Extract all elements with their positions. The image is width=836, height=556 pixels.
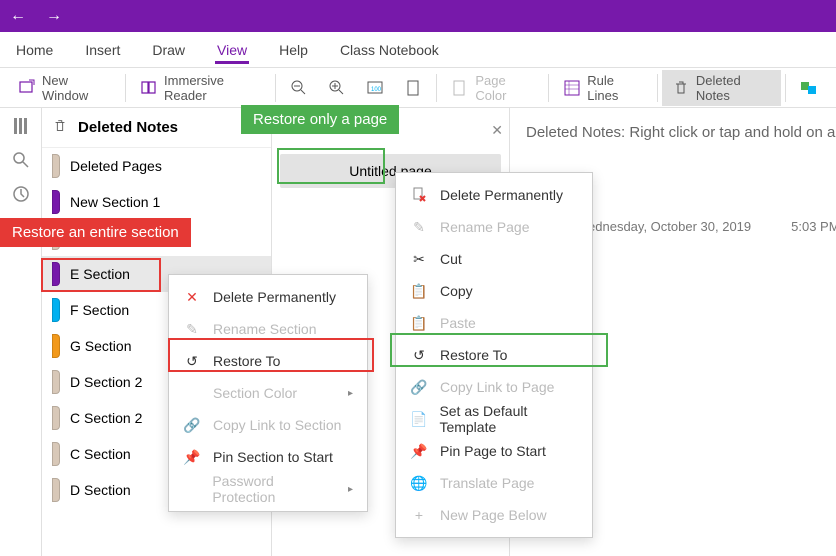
translate-icon: 🌐 — [410, 474, 428, 492]
tab-insert[interactable]: Insert — [83, 36, 122, 64]
page-color-icon — [451, 79, 469, 97]
delete-icon: ✕ — [183, 288, 201, 306]
cut-icon: ✂ — [410, 250, 428, 268]
trash-icon — [52, 118, 68, 138]
callout-restore-section: Restore an entire section — [0, 218, 191, 247]
immersive-reader-label: Immersive Reader — [164, 73, 261, 103]
tab-draw[interactable]: Draw — [150, 36, 187, 64]
ctx-restore-to[interactable]: ↺Restore To — [169, 345, 367, 377]
ctx-rename-section: ✎Rename Section — [169, 313, 367, 345]
pin-icon: 📌 — [183, 448, 201, 466]
section-context-menu: ✕Delete Permanently ✎Rename Section ↺Res… — [168, 274, 368, 512]
page-width-button[interactable] — [394, 70, 432, 106]
tab-help[interactable]: Help — [277, 36, 310, 64]
search-icon[interactable] — [11, 150, 31, 170]
section-label: D Section — [70, 482, 131, 498]
section-label: G Section — [70, 338, 131, 354]
trash-icon — [672, 79, 690, 97]
ctx-restore-to-page[interactable]: ↺Restore To — [396, 339, 592, 371]
tab-home[interactable]: Home — [14, 36, 55, 64]
zoom-100-button[interactable]: 100 — [356, 70, 394, 106]
deleted-notes-label: Deleted Notes — [696, 73, 771, 103]
ctx-delete-permanently[interactable]: ✕Delete Permanently — [169, 281, 367, 313]
ctx-pin-section-start[interactable]: 📌Pin Section to Start — [169, 441, 367, 473]
titlebar: ← → — [0, 0, 836, 32]
page-color-button[interactable]: Page Color — [441, 70, 544, 106]
chevron-right-icon: ▸ — [348, 388, 353, 399]
sections-header: Deleted Notes — [42, 108, 271, 148]
ctx-rename-page: ✎Rename Page — [396, 211, 592, 243]
section-label: F Section — [70, 302, 129, 318]
zoom-in-icon — [328, 79, 346, 97]
link-icon: 🔗 — [183, 416, 201, 434]
immersive-reader-icon — [140, 79, 158, 97]
ctx-copy-link-page: 🔗Copy Link to Page — [396, 371, 592, 403]
translate-button[interactable] — [790, 70, 828, 106]
rename-icon: ✎ — [410, 218, 428, 236]
ctx-password-protection: Password Protection▸ — [169, 473, 367, 505]
ribbon-tabs: Home Insert Draw View Help Class Noteboo… — [0, 32, 836, 68]
pin-icon: 📌 — [410, 442, 428, 460]
ctx-pin-page-start[interactable]: 📌Pin Page to Start — [396, 435, 592, 467]
close-icon[interactable]: ✕ — [491, 122, 503, 139]
forward-arrow-icon[interactable]: → — [46, 7, 62, 25]
new-page-icon: + — [410, 506, 428, 524]
section-label: C Section — [70, 446, 131, 462]
translate-icon — [800, 79, 818, 97]
tab-view[interactable]: View — [215, 36, 249, 64]
ctx-translate-page: 🌐Translate Page — [396, 467, 592, 499]
rule-lines-icon — [563, 79, 581, 97]
template-icon: 📄 — [410, 410, 427, 428]
toolbar: New Window Immersive Reader 100 Page Col… — [0, 68, 836, 108]
ctx-default-template[interactable]: 📄Set as Default Template — [396, 403, 592, 435]
section-item-deleted-pages[interactable]: Deleted Pages — [42, 148, 271, 184]
rename-icon: ✎ — [183, 320, 201, 338]
section-label: C Section 2 — [70, 410, 142, 426]
rule-lines-button[interactable]: Rule Lines — [553, 70, 653, 106]
section-item-new-section-1[interactable]: New Section 1 — [42, 184, 271, 220]
ctx-delete-permanently-page[interactable]: Delete Permanently — [396, 179, 592, 211]
restore-icon: ↺ — [183, 352, 201, 370]
paste-icon: 📋 — [410, 314, 428, 332]
section-label: New Section 1 — [70, 194, 160, 210]
section-label: Deleted Pages — [70, 158, 162, 174]
sections-header-label: Deleted Notes — [78, 119, 178, 136]
section-label: E Section — [70, 266, 130, 282]
new-window-button[interactable]: New Window — [8, 70, 121, 106]
zoom-out-icon — [290, 79, 308, 97]
notebooks-icon[interactable] — [11, 116, 31, 136]
ctx-copy[interactable]: 📋Copy — [396, 275, 592, 307]
tab-class-notebook[interactable]: Class Notebook — [338, 36, 441, 64]
copy-icon: 📋 — [410, 282, 428, 300]
ctx-section-color: Section Color▸ — [169, 377, 367, 409]
zoom-100-icon: 100 — [366, 79, 384, 97]
ctx-copy-link-section: 🔗Copy Link to Section — [169, 409, 367, 441]
content-title: Deleted Notes: Right click or tap and ho… — [526, 124, 820, 141]
section-label: D Section 2 — [70, 374, 142, 390]
page-context-menu: Delete Permanently ✎Rename Page ✂Cut 📋Co… — [395, 172, 593, 538]
new-window-icon — [18, 79, 36, 97]
content-date: Wednesday, October 30, 2019 — [576, 219, 751, 234]
callout-restore-page: Restore only a page — [241, 105, 399, 134]
back-arrow-icon[interactable]: ← — [10, 7, 26, 25]
content-time: 5:03 PM — [791, 219, 836, 234]
left-rail — [0, 108, 42, 556]
restore-icon: ↺ — [410, 346, 428, 364]
ctx-paste: 📋Paste — [396, 307, 592, 339]
page-color-label: Page Color — [475, 73, 534, 103]
delete-icon — [410, 186, 428, 204]
svg-text:100: 100 — [371, 87, 382, 93]
ctx-cut[interactable]: ✂Cut — [396, 243, 592, 275]
zoom-in-button[interactable] — [318, 70, 356, 106]
immersive-reader-button[interactable]: Immersive Reader — [130, 70, 271, 106]
deleted-notes-button[interactable]: Deleted Notes — [662, 70, 781, 106]
chevron-right-icon: ▸ — [348, 484, 353, 495]
ctx-new-page-below: +New Page Below — [396, 499, 592, 531]
recent-icon[interactable] — [11, 184, 31, 204]
rule-lines-label: Rule Lines — [587, 73, 643, 103]
zoom-out-button[interactable] — [280, 70, 318, 106]
link-icon: 🔗 — [410, 378, 428, 396]
page-width-icon — [404, 79, 422, 97]
new-window-label: New Window — [42, 73, 111, 103]
